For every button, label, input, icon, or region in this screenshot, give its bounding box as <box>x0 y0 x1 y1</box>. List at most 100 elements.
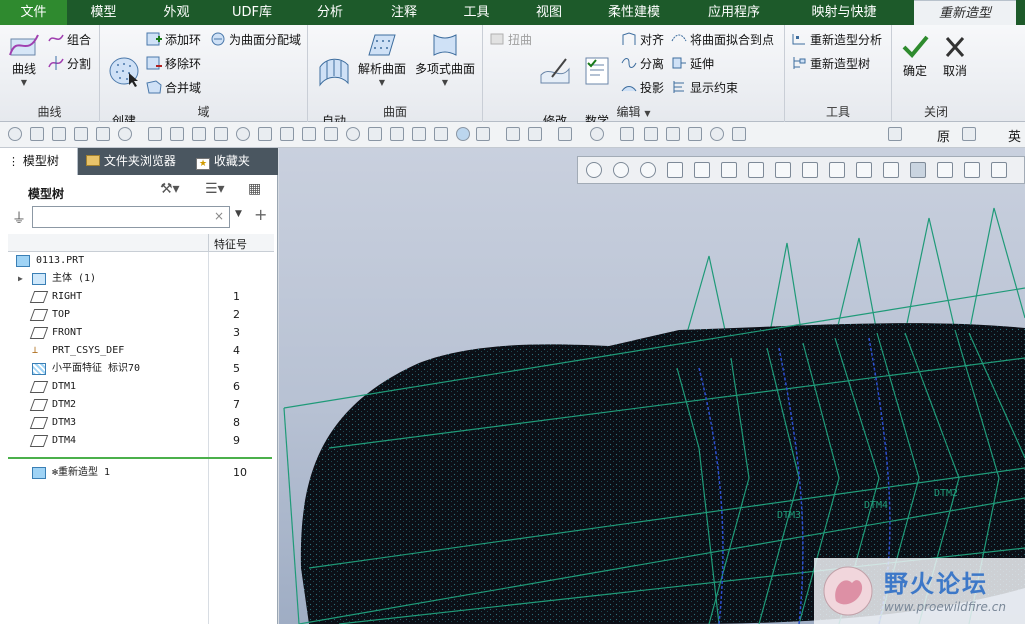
twist-button[interactable]: 扭曲 <box>489 31 532 49</box>
feature-icon[interactable] <box>368 127 382 141</box>
add-icon[interactable]: + <box>254 205 267 224</box>
split-button[interactable]: 分割 <box>48 55 91 73</box>
curve-button[interactable]: 曲线 ▼ <box>4 29 44 89</box>
line-icon[interactable] <box>214 127 228 141</box>
toolbar-char-english[interactable]: 英 <box>1008 126 1021 145</box>
show-constraint-button[interactable]: 显示约束 <box>671 79 738 97</box>
point-icon[interactable] <box>390 127 404 141</box>
redo-icon[interactable] <box>590 127 604 141</box>
mesh-icon[interactable] <box>324 127 338 141</box>
chevron-down-icon[interactable]: ▼ <box>644 109 650 118</box>
clear-icon[interactable]: × <box>214 209 224 223</box>
sphere-icon[interactable] <box>528 127 542 141</box>
tree-row[interactable]: DTM3 8 <box>8 414 274 432</box>
tab-folder-browser[interactable]: 文件夹浏览器 <box>78 148 188 175</box>
tree-row[interactable]: 小平面特征 标识70 5 <box>8 360 274 378</box>
tree-row[interactable]: DTM2 7 <box>8 396 274 414</box>
text-a-icon[interactable] <box>962 127 976 141</box>
tree-row[interactable]: FRONT 3 <box>8 324 274 342</box>
plane-display-icon[interactable] <box>910 162 926 178</box>
settings-icon[interactable]: ⚒▾ <box>160 181 180 197</box>
sketch-icon[interactable] <box>170 127 184 141</box>
copy-icon[interactable] <box>74 127 88 141</box>
datum-display-icon[interactable] <box>883 162 899 178</box>
regenerate-icon[interactable] <box>118 127 132 141</box>
flag-icon[interactable] <box>666 127 680 141</box>
cube-icon[interactable] <box>434 127 448 141</box>
rule-icon[interactable] <box>644 127 658 141</box>
tree-row[interactable]: ⊥ PRT_CSYS_DEF 4 <box>8 342 274 360</box>
fit-surface-button[interactable]: 将曲面拟合到点 <box>671 31 774 49</box>
curve-icon[interactable] <box>258 127 272 141</box>
sheet-icon[interactable] <box>732 127 746 141</box>
poly-surface-button[interactable]: 多项式曲面 ▼ <box>412 29 478 89</box>
filter-icon[interactable]: ⏚ <box>12 208 26 228</box>
graphics-window[interactable]: DTM3 DTM4 DTM2 野火论坛 www.proewildfire.cn <box>279 148 1025 624</box>
extend-button[interactable]: 延伸 <box>671 55 714 73</box>
tab-model-tree[interactable]: ⋮ 模型树 <box>0 148 78 175</box>
display-style-icon[interactable] <box>721 162 737 178</box>
columns-icon[interactable]: ▦ <box>248 181 261 197</box>
open-icon[interactable] <box>30 127 44 141</box>
view-manager-icon[interactable] <box>775 162 791 178</box>
undo-icon[interactable] <box>558 127 572 141</box>
remove-loop-button[interactable]: 移除环 <box>146 55 201 73</box>
save-icon[interactable] <box>52 127 66 141</box>
tree-row[interactable]: DTM4 9 <box>8 432 274 450</box>
dimension-icon[interactable] <box>280 127 294 141</box>
new-icon[interactable] <box>8 127 22 141</box>
analytic-surface-button[interactable]: 解析曲面 ▼ <box>356 29 408 89</box>
search-input[interactable]: × <box>32 206 230 228</box>
tree-row[interactable]: ▶ 主体 (1) <box>8 270 274 288</box>
reshape-tree-button[interactable]: 重新造型树 <box>791 55 870 73</box>
spin-center-icon[interactable] <box>991 162 1007 178</box>
zoom-out-icon[interactable] <box>640 162 656 178</box>
chevron-down-icon[interactable]: ▼ <box>235 209 242 219</box>
select-icon[interactable] <box>476 127 490 141</box>
tree-row[interactable]: DTM1 6 <box>8 378 274 396</box>
tree-row[interactable]: TOP 2 <box>8 306 274 324</box>
assign-domain-button[interactable]: 为曲面分配域 <box>210 31 301 49</box>
axis-display-icon[interactable] <box>856 162 872 178</box>
merge-domain-button[interactable]: 合并域 <box>146 79 201 97</box>
perspective-icon[interactable] <box>802 162 818 178</box>
panel-icon[interactable] <box>710 127 724 141</box>
tab-annotate[interactable]: 注释 <box>369 0 439 25</box>
tab-file[interactable]: 文件 <box>0 0 67 25</box>
separate-button[interactable]: 分离 <box>621 55 664 73</box>
refit-icon[interactable] <box>586 162 602 178</box>
show-icon[interactable]: ☰▾ <box>205 181 225 197</box>
paste-icon[interactable] <box>96 127 110 141</box>
tab-flexible-modeling[interactable]: 柔性建模 <box>584 0 684 25</box>
plane-icon[interactable] <box>192 127 206 141</box>
tree-row[interactable]: RIGHT 1 <box>8 288 274 306</box>
datum-icon[interactable] <box>412 127 426 141</box>
cube-selected-icon[interactable] <box>456 127 470 141</box>
toolbar-char-origin[interactable]: 原 <box>937 126 950 145</box>
shading-icon[interactable] <box>694 162 710 178</box>
surface-icon[interactable] <box>302 127 316 141</box>
repaint-icon[interactable] <box>667 162 683 178</box>
cancel-button[interactable]: 取消 <box>936 31 974 78</box>
text-icon[interactable] <box>148 127 162 141</box>
annotation-icon[interactable] <box>829 162 845 178</box>
tab-applications[interactable]: 应用程序 <box>684 0 784 25</box>
saved-views-icon[interactable] <box>748 162 764 178</box>
combine-button[interactable]: 组合 <box>48 31 91 49</box>
tab-favorites[interactable]: ★ 收藏夹 <box>188 148 278 175</box>
tab-restyle[interactable]: 重新造型 <box>914 0 1016 25</box>
settings-icon[interactable] <box>620 127 634 141</box>
tab-view[interactable]: 视图 <box>514 0 584 25</box>
tab-analysis[interactable]: 分析 <box>291 0 369 25</box>
tab-appearance[interactable]: 外观 <box>140 0 213 25</box>
csys-display-icon[interactable] <box>964 162 980 178</box>
align-button[interactable]: 对齐 <box>621 31 664 49</box>
reshape-analysis-button[interactable]: 重新造型分析 <box>791 31 882 49</box>
tab-model[interactable]: 模型 <box>67 0 140 25</box>
add-loop-button[interactable]: 添加环 <box>146 31 201 49</box>
eraser-icon[interactable] <box>888 127 902 141</box>
tree-row[interactable]: 0113.PRT <box>8 252 274 270</box>
ok-button[interactable]: 确定 <box>896 31 934 78</box>
window-icon[interactable] <box>688 127 702 141</box>
tab-mapkeys[interactable]: 映射与快捷 <box>784 0 904 25</box>
